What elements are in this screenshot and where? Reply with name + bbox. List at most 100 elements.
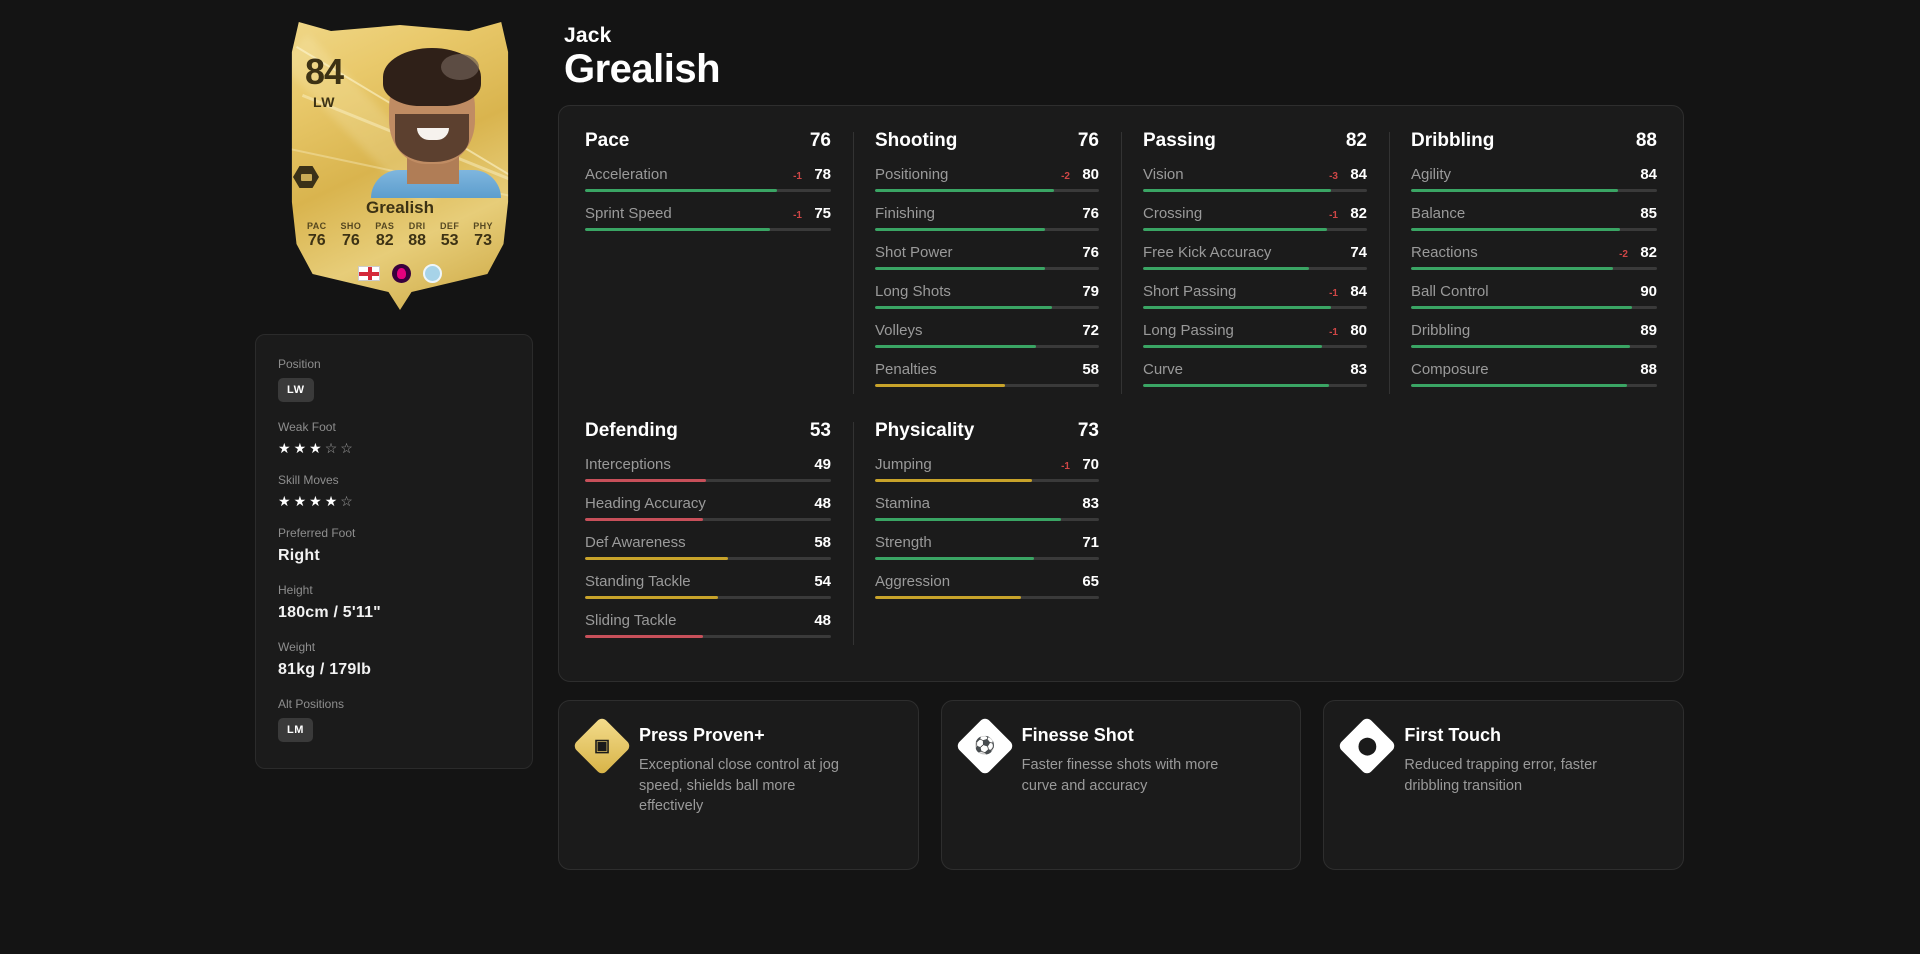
playstyle-title: Press Proven+ — [639, 725, 765, 746]
stat-bar-track — [585, 228, 831, 232]
stat-label: Agility — [1411, 166, 1452, 184]
stat-value: 84 — [1350, 166, 1367, 184]
stat-item: Long Shots 79 — [875, 283, 1099, 310]
safe-icon: ▣ — [572, 716, 632, 776]
stat-bar-track — [585, 557, 831, 561]
stat-value: 85 — [1640, 205, 1657, 223]
stat-label: Def Awareness — [585, 534, 686, 552]
position-chip[interactable]: LW — [278, 378, 314, 402]
stat-value: 76 — [1082, 244, 1099, 262]
stat-bar-fill — [875, 479, 1032, 483]
info-row-alt-positions: Alt Positions LM — [278, 697, 510, 742]
stat-bar-fill — [1411, 306, 1633, 310]
stat-value: 76 — [1082, 205, 1099, 223]
stat-bar-track — [875, 189, 1099, 193]
stat-label: Long Passing — [1143, 322, 1234, 340]
stat-value: 83 — [1082, 495, 1099, 513]
stat-label: Aggression — [875, 573, 951, 591]
playstyle-card[interactable]: ▣ Press Proven+ Exceptional close control … — [558, 700, 919, 871]
stat-label: Finishing — [875, 205, 936, 223]
stat-value: 79 — [1082, 283, 1099, 301]
stat-delta: -3 — [1329, 171, 1338, 183]
card-position: LW — [313, 94, 336, 110]
star-filled-icon: ★ — [293, 493, 310, 509]
stat-item: Reactions -2 82 — [1411, 244, 1657, 271]
stat-item: Stamina 83 — [875, 495, 1099, 522]
stat-item: Long Passing -1 80 — [1143, 322, 1367, 349]
stat-label: Interceptions — [585, 456, 671, 474]
stat-value: 58 — [1082, 361, 1099, 379]
position-chip[interactable]: LM — [278, 718, 313, 742]
playstyle-text: First Touch Reduced trapping error, faste… — [1404, 725, 1619, 845]
stat-group-name: Dribbling — [1411, 130, 1495, 152]
stat-group-name: Passing — [1143, 130, 1216, 152]
stat-bar-track — [875, 384, 1099, 388]
attributes-row-2: Defending 53 Interceptions 49 Heading Accura… — [585, 420, 1657, 651]
playstyle-description: Faster finesse shots with more curve and… — [1021, 757, 1219, 794]
stat-value: 78 — [814, 166, 831, 184]
stat-item: Jumping -1 70 — [875, 456, 1099, 483]
stat-bar-fill — [875, 518, 1061, 522]
stat-bar-track — [875, 518, 1099, 522]
stat-value: 70 — [1082, 456, 1099, 474]
stat-bar-track — [1411, 345, 1657, 349]
star-empty-icon: ☆ — [340, 493, 356, 509]
stat-delta: -1 — [793, 171, 802, 183]
stat-bar-track — [875, 479, 1099, 483]
stat-bar-fill — [1143, 306, 1332, 310]
playstyle-text: Press Proven+ Exceptional close control a… — [639, 725, 854, 845]
stat-value: 49 — [814, 456, 831, 474]
stat-item: Acceleration -1 78 — [585, 166, 831, 193]
info-value: 81kg / 179lb — [278, 661, 372, 678]
stat-group-dribbling: Dribbling 88 Agility 84 Balance 85 Reactions -2… — [1389, 130, 1657, 400]
playstyle-card[interactable]: ⚽ Finesse Shot Faster finesse shots with m… — [940, 700, 1302, 871]
stat-delta: -1 — [1329, 210, 1338, 222]
card-rating: 84 LW — [305, 54, 344, 110]
stat-item: Positioning -2 80 — [875, 166, 1099, 193]
card-stat-label: PAS — [375, 221, 395, 231]
stat-label: Penalties — [875, 361, 937, 379]
first-touch-icon: ⬤ — [1337, 716, 1398, 776]
stat-item: Ball Control 90 — [1411, 283, 1657, 310]
stat-item: Volleys 72 — [875, 322, 1099, 349]
info-label: Position — [278, 357, 321, 371]
stat-group-shooting: Shooting 76 Positioning -2 80 Finishing 76 Shot… — [853, 130, 1121, 400]
stat-value: 65 — [1082, 573, 1099, 591]
star-filled-icon: ★ — [278, 440, 294, 456]
stat-group-name: Shooting — [875, 130, 958, 152]
stat-bar-fill — [585, 635, 704, 639]
stat-label: Stamina — [875, 495, 931, 513]
card-stat-value: 73 — [474, 232, 492, 249]
stat-value: 48 — [814, 612, 831, 630]
card-stat: SHO 76 — [341, 221, 362, 250]
stat-group-physicality: Physicality 73 Jumping -1 70 Stamina 83 Strengt… — [853, 420, 1121, 651]
stat-bar-fill — [875, 345, 1037, 349]
info-value: 180cm / 5'11" — [278, 604, 381, 621]
card-stat: PAC 76 — [307, 221, 327, 250]
star-filled-icon: ★ — [309, 440, 325, 456]
stat-bar-fill — [1143, 228, 1327, 232]
playstyle-description: Reduced trapping error, faster dribbling… — [1404, 757, 1597, 794]
stat-bar-fill — [1143, 384, 1329, 388]
stat-bar-fill — [875, 306, 1052, 310]
stat-label: Free Kick Accuracy — [1143, 244, 1272, 262]
stat-group-value: 82 — [1345, 130, 1367, 152]
stat-bar-track — [875, 345, 1099, 349]
player-info-panel: Position LW Weak Foot ★★★☆☆ Skill Moves ★★★★☆… — [255, 334, 533, 769]
stat-group-value: 73 — [1077, 420, 1099, 442]
playstyle-card[interactable]: ⬤ First Touch Reduced trapping error, fast… — [1323, 700, 1685, 871]
playstyle-title: Finesse Shot — [1021, 725, 1134, 746]
stat-value: 84 — [1350, 283, 1367, 301]
stat-item: Short Passing -1 84 — [1143, 283, 1367, 310]
stat-bar-track — [875, 596, 1099, 600]
stat-delta: -1 — [793, 210, 802, 222]
stat-bar-fill — [585, 596, 718, 600]
stat-bar-fill — [585, 557, 728, 561]
player-card[interactable]: 84 LW Grealish PAC 76 SHO 76 PAS 82 DRI 88 DEF 53… — [285, 16, 515, 316]
stat-label: Dribbling — [1411, 322, 1471, 340]
stat-label: Curve — [1143, 361, 1184, 379]
star-filled-icon: ★ — [324, 493, 341, 509]
main-column: Jack Grealish Pace 76 Acceleration -1 78 Spri… — [558, 0, 1920, 871]
star-rating: ★★★☆☆ — [278, 441, 510, 455]
playstyle-description: Exceptional close control at jog speed, … — [639, 757, 839, 815]
